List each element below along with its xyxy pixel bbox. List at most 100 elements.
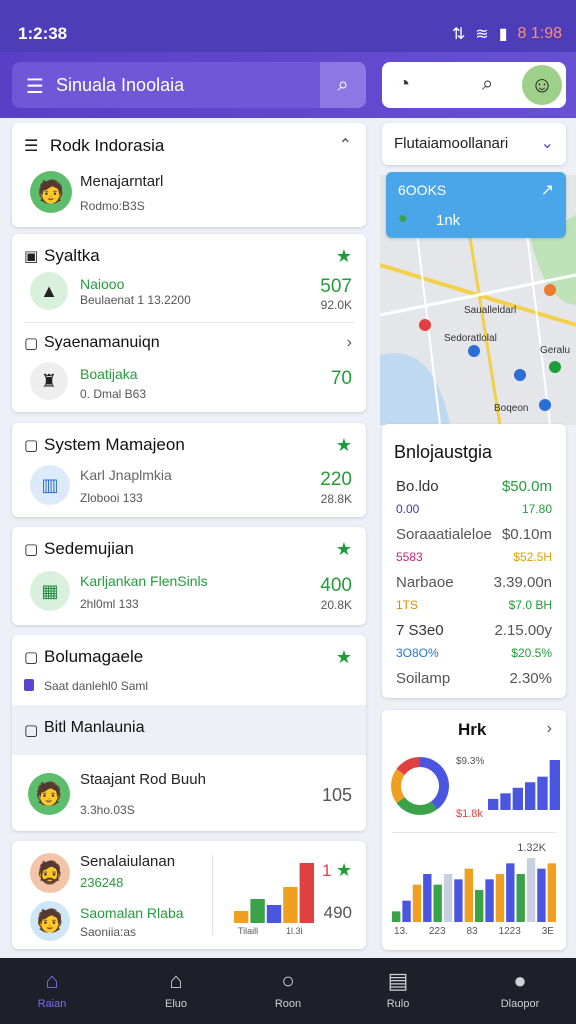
person-name: Senalaiulanan <box>80 853 176 870</box>
card-title: Rodk Indorasia <box>50 136 165 155</box>
nav-item-home[interactable]: ⌂ Raian <box>12 968 92 1010</box>
card-bolumagaele[interactable]: ▢ Bolumagaele ★ Saat danlehl0 Saml ▢ Bit… <box>12 635 366 831</box>
app-bar: ☰ Sinuala Inoolaia ⌕ ◔ ⌕ ☺ <box>0 52 576 118</box>
row-label: Karl Jnaplmkia <box>80 467 172 483</box>
person-sub: 3.3ho.03S <box>80 803 135 817</box>
row-value: 507 <box>320 276 352 297</box>
chart-bar <box>547 863 556 922</box>
row-sub-value: 92.0K <box>320 298 352 312</box>
finance-row-left: Soraaatialeloe <box>396 526 492 543</box>
status-icons: ⇅ ≋ ▮ 8 1:98 <box>452 24 562 44</box>
card-rodk[interactable]: ☰ Rodk Indorasia ⌃ 🧑 Menajarntarl Rodmo:… <box>12 123 366 227</box>
lock-icon: ▢ <box>24 649 39 666</box>
nav-item-profile[interactable]: ● Dlaopor <box>480 968 560 1010</box>
finance-row-right: 3.39.00n <box>493 574 552 591</box>
nav-item-rulo[interactable]: ▤ Rulo <box>358 968 438 1010</box>
nav-label: Eluo <box>164 998 188 1010</box>
divider <box>24 322 354 323</box>
account-pill[interactable]: ◔ ⌕ ☺ <box>382 62 566 108</box>
chart-axis: 13. 223 83 1223 3E <box>394 926 554 937</box>
shape-icon: ⌂ <box>169 968 183 993</box>
vibrate-icon: ⇅ <box>451 26 466 43</box>
value-red: 1 <box>322 861 332 880</box>
chart-bar <box>537 776 548 810</box>
card-syaltka[interactable]: ▣ Syaltka ★ ▲ Naiooo Beulaenat 1 13.2200… <box>12 234 366 412</box>
chart-bar <box>433 884 442 922</box>
row-sub: Zlobooi 133 <box>80 491 143 505</box>
chart-bar <box>283 887 298 923</box>
avatar: 🧑 <box>30 171 72 213</box>
blue-card-title: 6OOKS <box>398 182 447 198</box>
avatar: 🧑 <box>28 773 70 815</box>
chevron-right-icon[interactable]: › <box>547 720 552 738</box>
search-icon[interactable]: ⌕ <box>320 62 366 108</box>
tag-icon <box>24 679 34 691</box>
axis-label: Tilaill <box>238 926 259 936</box>
star-icon[interactable]: ★ <box>336 647 352 668</box>
axis-label: 223 <box>428 926 446 937</box>
card-people-chart[interactable]: 🧔 Senalaiulanan 236248 🧑 Saomalan Rlaba … <box>12 841 366 949</box>
trend-icon[interactable]: ↗ <box>541 180 554 200</box>
card-sedemujian[interactable]: ▢ Sedemujian ★ ▦ Karljankan FlenSinls 2h… <box>12 527 366 625</box>
bottom-nav: ⌂ Raian ⌂ Eluo ○ Roon ▤ Rulo ● Dlaopor <box>0 958 576 1024</box>
star-icon[interactable]: ★ <box>336 435 352 456</box>
finance-title: Bnlojaustgia <box>394 442 493 462</box>
star-icon[interactable]: ★ <box>336 860 352 881</box>
search-pill[interactable]: ☰ Sinuala Inoolaia ⌕ <box>12 62 366 108</box>
store-icon: ▦ <box>30 571 70 611</box>
chart-bar <box>495 874 505 922</box>
chevron-down-icon[interactable]: ⌄ <box>541 133 554 153</box>
nav-label: Raian <box>37 998 67 1010</box>
map-label: Geralu <box>540 345 571 356</box>
row-sub-value: 20.8K <box>320 598 352 612</box>
finance-card[interactable]: Bnlojaustgia Bo.ldo $50.0m 0.00 17.80 Soraaa… <box>382 424 566 698</box>
chart-title: Hrk <box>458 720 487 739</box>
card-title: Syaltka <box>44 246 100 265</box>
nav-item-roon[interactable]: ○ Roon <box>248 968 328 1010</box>
building-icon: ▥ <box>30 465 70 505</box>
chart-bar <box>234 911 249 923</box>
card-title: System Mamajeon <box>44 435 185 454</box>
chart-bar <box>516 874 525 922</box>
building-icon: ▲ <box>30 272 68 310</box>
card-name: Menajarntarl <box>80 173 164 190</box>
nav-item-eluo[interactable]: ⌂ Eluo <box>136 968 216 1010</box>
row-label: Naiooo <box>80 276 125 292</box>
finance-row-left: 7 S3e0 <box>396 622 444 639</box>
chart-bar <box>299 863 314 923</box>
person-sub: 236248 <box>80 875 124 890</box>
blue-card[interactable]: 6OOKS ↗ ● 1nk <box>386 172 566 238</box>
finance-row-right: 17.80 <box>521 502 552 516</box>
star-icon[interactable]: ★ <box>336 246 352 267</box>
card-subtitle: Bitl Manlaunia <box>44 719 145 736</box>
chart-bar <box>464 868 473 922</box>
menu-icon[interactable]: ☰ <box>26 74 44 99</box>
map-label: Sedoratlolal <box>444 333 497 344</box>
right-header[interactable]: Flutaiamoollanari ⌄ <box>382 123 566 165</box>
card-system[interactable]: ▢ System Mamajeon ★ ▥ Karl Jnaplmkia Zlo… <box>12 423 366 517</box>
pct-label: $1.8k <box>456 808 483 820</box>
axis-label: 83 <box>466 926 478 937</box>
bar-chart-small <box>488 760 560 810</box>
chevron-up-icon[interactable]: ⌃ <box>339 135 352 155</box>
finance-row-left: Bo.ldo <box>396 478 439 495</box>
chevron-right-icon[interactable]: › <box>347 334 352 352</box>
card-subtitle: Syaenamanuiqn <box>44 334 160 351</box>
chart-card[interactable]: Hrk › $9.3% $1.8k 1.32K 13. 223 83 1223 … <box>382 710 566 950</box>
user-avatar[interactable]: ☺ <box>522 65 562 105</box>
nav-label: Rulo <box>386 998 410 1010</box>
star-icon[interactable]: ★ <box>336 539 352 560</box>
pin-icon: ● <box>398 210 408 227</box>
chart-bar <box>423 874 432 922</box>
lock-icon: ▢ <box>24 335 39 352</box>
lock-icon: ▢ <box>24 437 39 454</box>
person-name: Staajant Rod Buuh <box>80 771 206 788</box>
person-value: 105 <box>321 785 352 805</box>
person-name: Saomalan Rlaba <box>80 905 184 921</box>
notification-icon[interactable]: ◔ <box>398 73 410 96</box>
clipboard-icon: ▣ <box>24 248 39 265</box>
row-label: Boatijaka <box>80 366 138 382</box>
search-icon[interactable]: ⌕ <box>482 73 493 96</box>
axis-label: 1223 <box>498 926 521 937</box>
right-header-title: Flutaiamoollanari <box>394 135 509 152</box>
